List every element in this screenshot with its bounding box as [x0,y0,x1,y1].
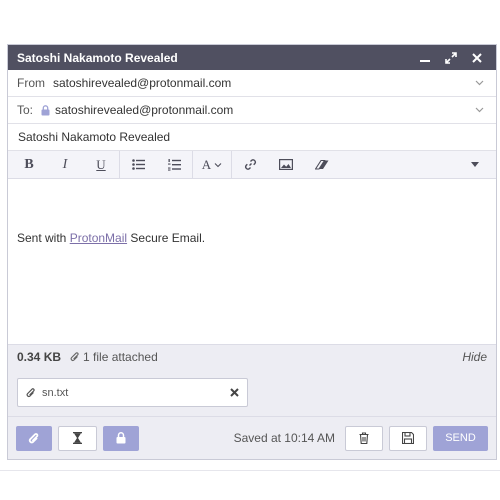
expand-icon[interactable] [441,48,461,68]
attachment-count-label: 1 file attached [83,350,158,364]
attachment-list: sn.txt [8,369,496,416]
numbered-list-button[interactable] [156,151,192,179]
image-button[interactable] [268,151,304,179]
to-label: To: [17,103,34,117]
page-divider [0,470,500,471]
image-icon [279,159,293,170]
remove-attachment-icon[interactable] [230,388,239,397]
to-address[interactable]: satoshirevealed@protonmail.com [55,103,471,117]
attachment-size: 0.34 KB [17,350,62,364]
signature-suffix: Secure Email. [127,231,206,245]
chevron-down-icon[interactable] [471,107,487,113]
composer-window: Satoshi Nakamoto Revealed From satoshire… [7,44,497,460]
composer-titlebar: Satoshi Nakamoto Revealed [8,45,496,70]
link-button[interactable] [232,151,268,179]
bullet-list-icon [131,159,145,170]
font-label: A [201,156,212,172]
hide-attachments-link[interactable]: Hide [462,350,487,364]
italic-label: I [62,156,68,172]
bullet-list-button[interactable] [120,151,156,179]
from-address[interactable]: satoshirevealed@protonmail.com [53,76,471,90]
paperclip-icon [70,352,79,361]
hourglass-icon [73,432,82,444]
attachment-summary-bar: 0.34 KB 1 file attached Hide [8,344,496,369]
attachment-item[interactable]: sn.txt [17,378,248,407]
paperclip-icon [26,387,35,397]
eraser-icon [315,159,329,170]
composer-footer: Saved at 10:14 AM SEND [8,416,496,459]
attach-button[interactable] [16,425,52,451]
composer-title: Satoshi Nakamoto Revealed [17,50,178,65]
save-draft-button[interactable] [389,425,427,451]
saved-status: Saved at 10:14 AM [233,431,335,445]
delete-draft-button[interactable] [345,425,383,451]
to-row[interactable]: To: satoshirevealed@protonmail.com [8,97,496,124]
underline-label: U [96,156,106,172]
chevron-down-icon [214,162,222,167]
from-row[interactable]: From satoshirevealed@protonmail.com [8,70,496,97]
caret-down-icon [471,162,479,167]
message-body[interactable]: Sent with ProtonMail Secure Email. [8,179,496,344]
link-icon [244,159,256,170]
trash-icon [359,432,369,444]
signature-prefix: Sent with [17,231,70,245]
save-icon [402,432,414,444]
underline-button[interactable]: U [83,151,119,179]
attachment-count: 1 file attached [70,350,462,364]
more-options-button[interactable] [457,151,493,179]
protonmail-link[interactable]: ProtonMail [70,231,127,245]
bold-label: B [24,156,34,172]
expiration-button[interactable] [58,425,97,451]
font-button[interactable]: A [193,151,231,179]
italic-button[interactable]: I [47,151,83,179]
clear-format-button[interactable] [304,151,340,179]
editor-toolbar: B I U A [8,150,496,179]
numbered-list-icon [167,158,181,171]
minimize-icon[interactable] [415,48,435,68]
from-label: From [17,76,45,90]
attachment-filename: sn.txt [42,386,69,399]
lock-icon [116,432,126,444]
bold-button[interactable]: B [11,151,47,179]
send-button[interactable]: SEND [433,425,488,451]
subject-value[interactable]: Satoshi Nakamoto Revealed [18,130,170,144]
lock-icon [41,104,50,116]
encryption-button[interactable] [103,425,139,451]
chevron-down-icon[interactable] [471,80,487,86]
paperclip-icon [28,432,39,443]
subject-field[interactable]: Satoshi Nakamoto Revealed [8,124,496,151]
close-icon[interactable] [467,48,487,68]
